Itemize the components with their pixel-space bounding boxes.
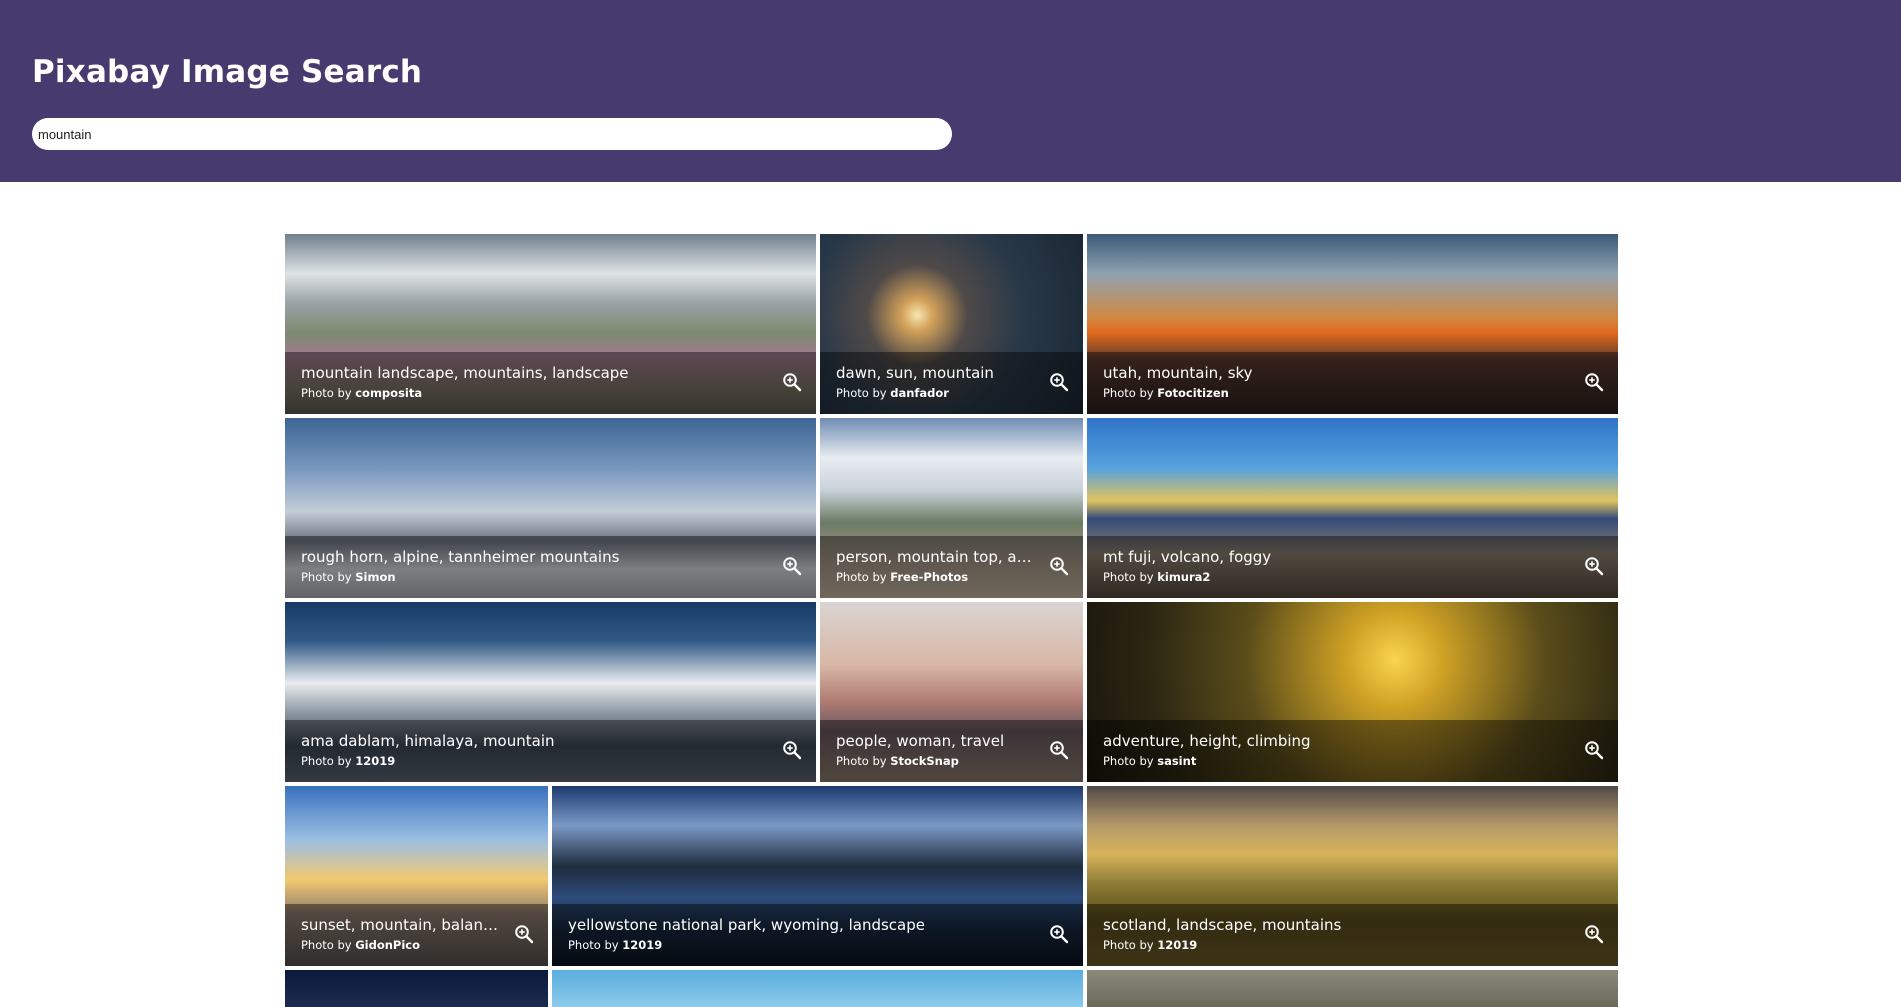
credit-author[interactable]: danfador (890, 386, 949, 400)
result-credit: Photo by 12019 (568, 938, 662, 952)
result-tags: mt fuji, volcano, foggy (1103, 548, 1272, 566)
page-title: Pixabay Image Search (32, 54, 423, 90)
credit-author[interactable]: StockSnap (890, 754, 959, 768)
result-photo (1087, 970, 1618, 1007)
result-credit: Photo by StockSnap (836, 754, 959, 768)
image-result-14[interactable] (552, 970, 1083, 1007)
result-tags: dawn, sun, mountain (836, 364, 994, 382)
result-tags: mountain landscape, mountains, landscape (301, 364, 629, 382)
caption-bar (285, 720, 816, 782)
credit-prefix: Photo by (301, 570, 352, 584)
credit-prefix: Photo by (836, 386, 887, 400)
image-result-5[interactable]: person, mountain top, ach... Photo by Fr… (820, 418, 1083, 598)
image-result-10[interactable]: sunset, mountain, balance Photo by Gidon… (285, 786, 548, 966)
credit-prefix: Photo by (1103, 754, 1154, 768)
app-header: Pixabay Image Search (0, 0, 1901, 182)
caption-bar (1087, 536, 1618, 598)
caption-bar (552, 904, 1083, 966)
result-photo (285, 970, 548, 1007)
caption-bar (820, 536, 1083, 598)
result-credit: Photo by 12019 (301, 754, 395, 768)
credit-prefix: Photo by (301, 938, 352, 952)
caption-bar (285, 904, 548, 966)
result-tags: yellowstone national park, wyoming, land… (568, 916, 925, 934)
credit-author[interactable]: Simon (355, 570, 395, 584)
image-result-2[interactable]: dawn, sun, mountain Photo by danfador (820, 234, 1083, 414)
credit-author[interactable]: Fotocitizen (1157, 386, 1229, 400)
caption-bar (820, 720, 1083, 782)
result-credit: Photo by composita (301, 386, 422, 400)
image-result-3[interactable]: utah, mountain, sky Photo by Fotocitizen (1087, 234, 1618, 414)
result-tags: scotland, landscape, mountains (1103, 916, 1342, 934)
credit-author[interactable]: Free-Photos (890, 570, 968, 584)
image-result-11[interactable]: yellowstone national park, wyoming, land… (552, 786, 1083, 966)
result-credit: Photo by Free-Photos (836, 570, 968, 584)
zoom-in-icon[interactable] (1584, 556, 1604, 576)
result-credit: Photo by kimura2 (1103, 570, 1210, 584)
zoom-in-icon[interactable] (1584, 372, 1604, 392)
result-credit: Photo by GidonPico (301, 938, 420, 952)
zoom-in-icon[interactable] (1049, 740, 1069, 760)
credit-prefix: Photo by (301, 754, 352, 768)
caption-bar (285, 536, 816, 598)
image-result-7[interactable]: ama dablam, himalaya, mountain Photo by … (285, 602, 816, 782)
result-credit: Photo by Simon (301, 570, 396, 584)
result-credit: Photo by 12019 (1103, 938, 1197, 952)
image-result-8[interactable]: people, woman, travel Photo by StockSnap (820, 602, 1083, 782)
credit-author[interactable]: 12019 (355, 754, 395, 768)
credit-prefix: Photo by (836, 570, 887, 584)
image-result-4[interactable]: rough horn, alpine, tannheimer mountains… (285, 418, 816, 598)
zoom-in-icon[interactable] (1049, 924, 1069, 944)
caption-bar (1087, 352, 1618, 414)
credit-prefix: Photo by (568, 938, 619, 952)
caption-bar (1087, 720, 1618, 782)
result-tags: utah, mountain, sky (1103, 364, 1253, 382)
zoom-in-icon[interactable] (1049, 372, 1069, 392)
credit-author[interactable]: 12019 (1157, 938, 1197, 952)
zoom-in-icon[interactable] (782, 740, 802, 760)
credit-author[interactable]: 12019 (622, 938, 662, 952)
credit-author[interactable]: composita (355, 386, 422, 400)
credit-prefix: Photo by (836, 754, 887, 768)
result-tags: adventure, height, climbing (1103, 732, 1311, 750)
credit-prefix: Photo by (1103, 386, 1154, 400)
caption-bar (285, 352, 816, 414)
credit-author[interactable]: GidonPico (355, 938, 420, 952)
result-tags: sunset, mountain, balance (301, 916, 500, 934)
zoom-in-icon[interactable] (1049, 556, 1069, 576)
result-tags: rough horn, alpine, tannheimer mountains (301, 548, 620, 566)
image-result-12[interactable]: scotland, landscape, mountains Photo by … (1087, 786, 1618, 966)
caption-bar (1087, 904, 1618, 966)
image-result-13[interactable] (285, 970, 548, 1007)
image-result-1[interactable]: mountain landscape, mountains, landscape… (285, 234, 816, 414)
result-tags: person, mountain top, ach... (836, 548, 1035, 566)
zoom-in-icon[interactable] (1584, 924, 1604, 944)
result-credit: Photo by Fotocitizen (1103, 386, 1229, 400)
zoom-in-icon[interactable] (514, 924, 534, 944)
zoom-in-icon[interactable] (1584, 740, 1604, 760)
image-result-6[interactable]: mt fuji, volcano, foggy Photo by kimura2 (1087, 418, 1618, 598)
credit-author[interactable]: sasint (1157, 754, 1196, 768)
result-photo (552, 970, 1083, 1007)
credit-prefix: Photo by (301, 386, 352, 400)
search-input[interactable] (32, 118, 952, 150)
credit-prefix: Photo by (1103, 570, 1154, 584)
credit-author[interactable]: kimura2 (1157, 570, 1210, 584)
credit-prefix: Photo by (1103, 938, 1154, 952)
zoom-in-icon[interactable] (782, 556, 802, 576)
image-result-15[interactable] (1087, 970, 1618, 1007)
result-tags: people, woman, travel (836, 732, 1005, 750)
result-credit: Photo by danfador (836, 386, 949, 400)
image-result-9[interactable]: adventure, height, climbing Photo by sas… (1087, 602, 1618, 782)
caption-bar (820, 352, 1083, 414)
zoom-in-icon[interactable] (782, 372, 802, 392)
result-credit: Photo by sasint (1103, 754, 1196, 768)
result-tags: ama dablam, himalaya, mountain (301, 732, 555, 750)
